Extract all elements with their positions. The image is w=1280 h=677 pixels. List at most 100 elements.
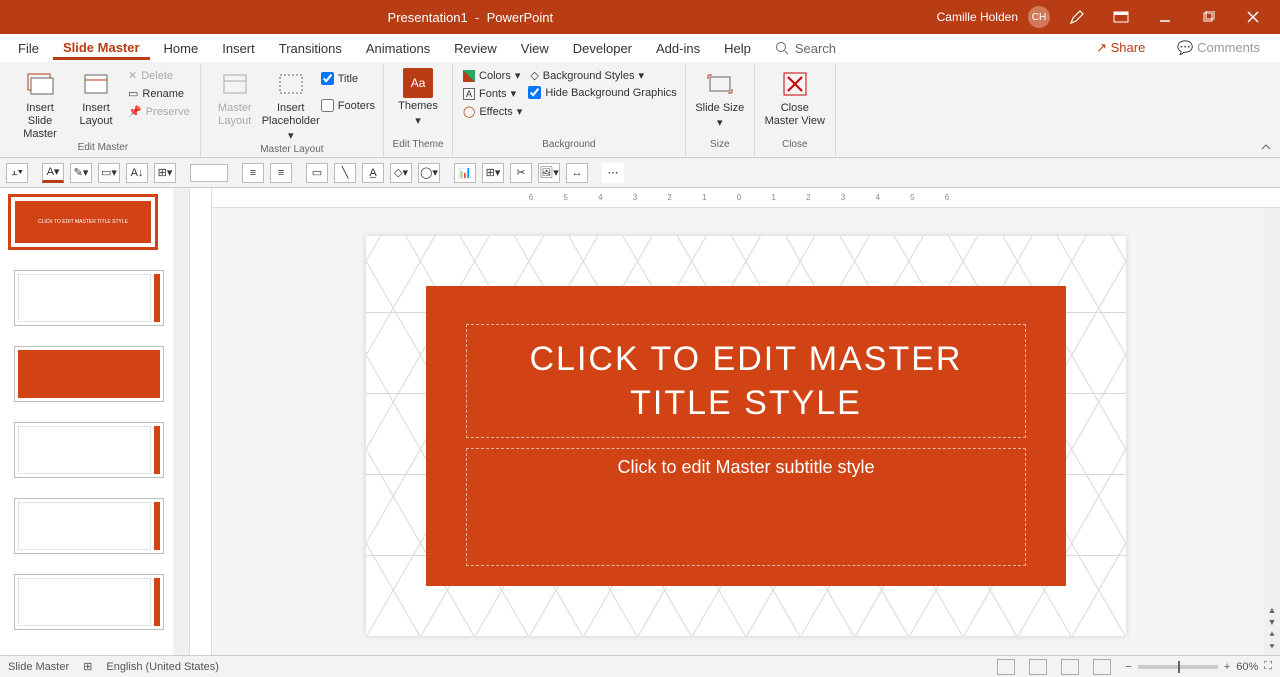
- slide-size-button[interactable]: Slide Size ▾: [694, 68, 746, 130]
- tab-transitions[interactable]: Transitions: [269, 37, 352, 60]
- sort-button[interactable]: A↓: [126, 163, 148, 183]
- share-button[interactable]: ↗ Share: [1084, 36, 1157, 60]
- reading-view-button[interactable]: [1061, 659, 1079, 675]
- footers-checkbox[interactable]: Footers: [321, 99, 375, 112]
- picture-button[interactable]: 🖼▾: [538, 163, 560, 183]
- scroll-down-icon[interactable]: ▼: [1268, 617, 1277, 627]
- themes-icon: Aa: [403, 68, 433, 98]
- user-avatar[interactable]: CH: [1028, 6, 1050, 28]
- shapes-button[interactable]: ◇▾: [390, 163, 412, 183]
- colors-button[interactable]: Colors ▾: [461, 68, 524, 83]
- zoom-out-icon[interactable]: −: [1125, 661, 1131, 673]
- tab-developer[interactable]: Developer: [563, 37, 642, 60]
- tab-slide-master[interactable]: Slide Master: [53, 36, 150, 60]
- scroll-up-icon[interactable]: ▲: [1268, 605, 1277, 615]
- status-language[interactable]: English (United States): [106, 661, 219, 673]
- sorter-view-button[interactable]: [1029, 659, 1047, 675]
- horizontal-ruler: 6 5 4 3 2 1 0 1 2 3 4 5 6: [212, 188, 1280, 208]
- slideshow-view-button[interactable]: [1093, 659, 1111, 675]
- tab-file[interactable]: File: [8, 37, 49, 60]
- close-master-view-button[interactable]: Close Master View: [763, 68, 827, 128]
- delete-layout-button[interactable]: ✕Delete: [126, 68, 192, 83]
- search-box[interactable]: Search: [765, 37, 846, 60]
- effects-icon: ◯: [463, 105, 475, 118]
- close-button[interactable]: [1236, 0, 1270, 34]
- thumbnail-layout-2[interactable]: [14, 346, 164, 402]
- master-subtitle-placeholder[interactable]: Click to edit Master subtitle style: [466, 448, 1026, 566]
- effects-button[interactable]: ◯Effects ▾: [461, 104, 524, 119]
- textbox-button[interactable]: A̲: [362, 163, 384, 183]
- insert-placeholder-button[interactable]: Insert Placeholder ▾: [265, 68, 317, 144]
- accessibility-icon[interactable]: ⊞: [83, 660, 92, 673]
- rect-shape-button[interactable]: ▭: [306, 163, 328, 183]
- group-edit-theme: Aa Themes ▾ Edit Theme: [384, 64, 453, 157]
- pen-icon[interactable]: [1060, 0, 1094, 34]
- thumbnail-layout-4[interactable]: [14, 498, 164, 554]
- thumbnail-master[interactable]: CLICK TO EDIT MASTER TITLE STYLE: [8, 194, 158, 250]
- circle-button[interactable]: ◯▾: [418, 163, 440, 183]
- tab-insert[interactable]: Insert: [212, 37, 265, 60]
- more-button[interactable]: ⋯: [602, 163, 624, 183]
- user-name: Camille Holden: [937, 10, 1018, 24]
- group-label: Edit Master: [14, 142, 192, 157]
- slide-canvas-area: CLICK TO EDIT MASTER TITLE STYLE Click t…: [212, 208, 1280, 655]
- tab-addins[interactable]: Add-ins: [646, 37, 710, 60]
- tab-animations[interactable]: Animations: [356, 37, 440, 60]
- preserve-icon: 📌: [128, 105, 142, 118]
- preserve-button[interactable]: 📌Preserve: [126, 104, 192, 119]
- table-button[interactable]: ⊞▾: [482, 163, 504, 183]
- align-right-button[interactable]: ≡: [270, 163, 292, 183]
- tab-view[interactable]: View: [511, 37, 559, 60]
- zoom-control[interactable]: − + 60% ⛶: [1125, 660, 1272, 673]
- tab-review[interactable]: Review: [444, 37, 507, 60]
- crop-button[interactable]: ✂: [510, 163, 532, 183]
- fonts-button[interactable]: AFonts ▾: [461, 86, 524, 101]
- rename-button[interactable]: ▭Rename: [126, 86, 192, 101]
- insert-layout-button[interactable]: Insert Layout: [70, 68, 122, 128]
- doc-name: Presentation1: [388, 10, 468, 25]
- highlight-button[interactable]: ✎▾: [70, 163, 92, 183]
- group-button[interactable]: ⊞▾: [154, 163, 176, 183]
- slide-master-canvas[interactable]: CLICK TO EDIT MASTER TITLE STYLE Click t…: [366, 236, 1126, 636]
- app-name: PowerPoint: [487, 10, 553, 25]
- background-styles-button[interactable]: ◇Background Styles ▾: [528, 68, 676, 83]
- themes-button[interactable]: Aa Themes ▾: [392, 68, 444, 128]
- swatch-selector[interactable]: [190, 164, 228, 182]
- hide-bg-graphics-checkbox[interactable]: Hide Background Graphics: [528, 86, 676, 99]
- font-color-button[interactable]: A▾: [42, 163, 64, 183]
- minimize-button[interactable]: [1148, 0, 1182, 34]
- next-slide-icon[interactable]: ⯆: [1268, 642, 1275, 653]
- collapse-ribbon-icon[interactable]: [1260, 141, 1274, 155]
- fit-window-icon[interactable]: ⛶: [1264, 660, 1272, 673]
- slide-size-icon: [704, 68, 736, 100]
- maximize-button[interactable]: [1192, 0, 1226, 34]
- align-left-button[interactable]: ≡: [242, 163, 264, 183]
- insert-slide-master-button[interactable]: Insert Slide Master: [14, 68, 66, 142]
- arrange-button[interactable]: ↔: [566, 163, 588, 183]
- zoom-in-icon[interactable]: +: [1224, 661, 1230, 673]
- title-checkbox[interactable]: Title: [321, 72, 375, 85]
- comments-button[interactable]: 💬 Comments: [1165, 36, 1272, 60]
- thumbnail-layout-1[interactable]: [14, 270, 164, 326]
- master-title-placeholder[interactable]: CLICK TO EDIT MASTER TITLE STYLE: [466, 324, 1026, 438]
- status-bar: Slide Master ⊞ English (United States) −…: [0, 655, 1280, 677]
- ribbon-display-icon[interactable]: [1104, 0, 1138, 34]
- thumbnail-scrollbar[interactable]: [173, 188, 189, 655]
- zoom-slider[interactable]: [1138, 665, 1218, 669]
- canvas-scrollbar[interactable]: ▲ ▼ ⯅ ⯆: [1264, 208, 1280, 655]
- line-shape-button[interactable]: ╲: [334, 163, 356, 183]
- normal-view-button[interactable]: [997, 659, 1015, 675]
- chart-button[interactable]: 📊: [454, 163, 476, 183]
- tab-help[interactable]: Help: [714, 37, 761, 60]
- tab-home[interactable]: Home: [154, 37, 209, 60]
- align-button[interactable]: ⫠▾: [6, 163, 28, 183]
- search-icon: [775, 41, 789, 55]
- group-label: Background: [461, 139, 677, 157]
- fill-button[interactable]: ▭▾: [98, 163, 120, 183]
- prev-slide-icon[interactable]: ⯅: [1268, 629, 1275, 640]
- placeholder-icon: [275, 68, 307, 100]
- vertical-ruler: [190, 188, 212, 655]
- window-title: Presentation1 - PowerPoint: [4, 10, 937, 25]
- thumbnail-layout-3[interactable]: [14, 422, 164, 478]
- thumbnail-layout-5[interactable]: [14, 574, 164, 630]
